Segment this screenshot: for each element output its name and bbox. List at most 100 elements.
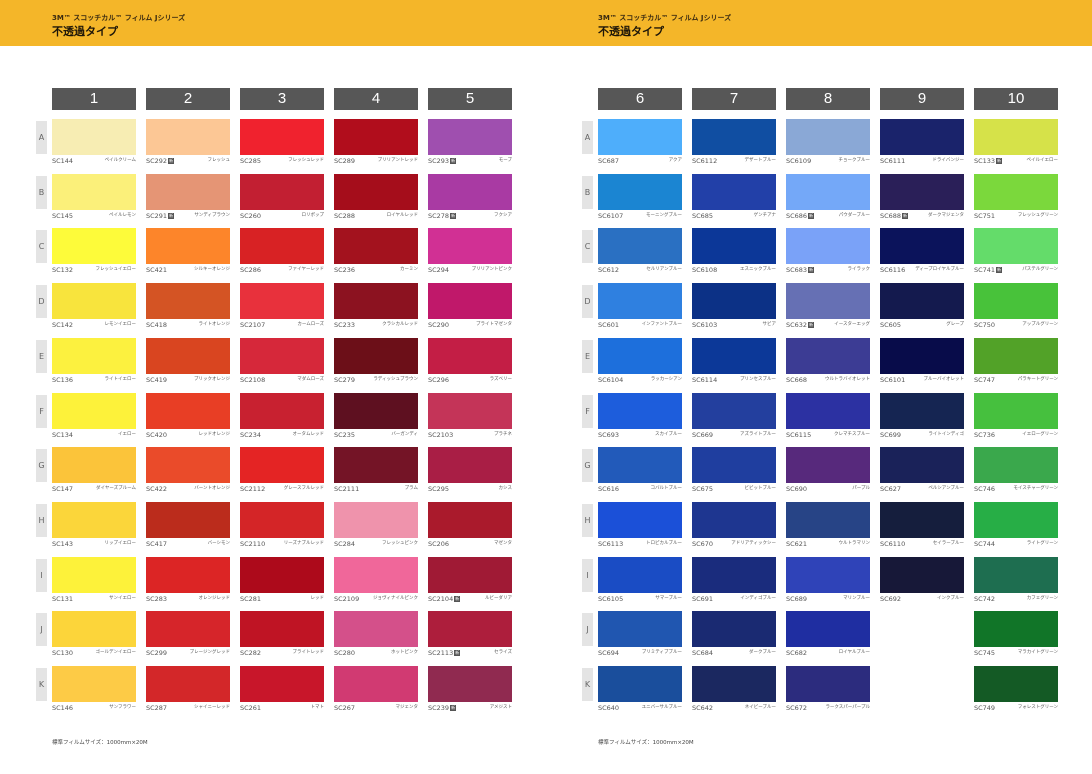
color-swatch[interactable] bbox=[428, 501, 512, 538]
color-swatch[interactable] bbox=[52, 173, 136, 210]
color-swatch[interactable] bbox=[598, 228, 682, 265]
color-swatch[interactable] bbox=[52, 501, 136, 538]
color-swatch[interactable] bbox=[52, 119, 136, 155]
color-swatch[interactable] bbox=[428, 173, 512, 210]
color-swatch[interactable] bbox=[692, 447, 776, 484]
color-swatch[interactable] bbox=[692, 228, 776, 265]
color-swatch[interactable] bbox=[146, 392, 230, 429]
color-swatch[interactable] bbox=[52, 447, 136, 484]
color-swatch[interactable] bbox=[146, 666, 230, 702]
color-swatch[interactable] bbox=[974, 228, 1058, 265]
color-swatch[interactable] bbox=[880, 173, 964, 210]
color-swatch[interactable] bbox=[598, 611, 682, 648]
color-swatch[interactable] bbox=[692, 173, 776, 210]
color-swatch[interactable] bbox=[428, 666, 512, 702]
color-swatch[interactable] bbox=[334, 392, 418, 429]
color-swatch[interactable] bbox=[240, 173, 324, 210]
color-swatch[interactable] bbox=[974, 447, 1058, 484]
color-swatch[interactable] bbox=[146, 501, 230, 538]
color-swatch[interactable] bbox=[334, 173, 418, 210]
color-swatch[interactable] bbox=[52, 556, 136, 593]
color-swatch[interactable] bbox=[240, 556, 324, 593]
color-swatch[interactable] bbox=[146, 447, 230, 484]
color-swatch[interactable] bbox=[146, 283, 230, 320]
color-swatch[interactable] bbox=[786, 173, 870, 210]
color-swatch[interactable] bbox=[146, 556, 230, 593]
color-swatch[interactable] bbox=[240, 392, 324, 429]
color-swatch[interactable] bbox=[428, 119, 512, 155]
color-swatch[interactable] bbox=[428, 228, 512, 265]
color-swatch[interactable] bbox=[52, 337, 136, 374]
color-swatch[interactable] bbox=[598, 337, 682, 374]
color-swatch[interactable] bbox=[52, 283, 136, 320]
color-swatch[interactable] bbox=[880, 392, 964, 429]
color-swatch[interactable] bbox=[786, 666, 870, 702]
color-swatch[interactable] bbox=[974, 501, 1058, 538]
color-swatch[interactable] bbox=[334, 228, 418, 265]
color-swatch[interactable] bbox=[786, 611, 870, 648]
color-swatch[interactable] bbox=[692, 611, 776, 648]
color-swatch[interactable] bbox=[146, 119, 230, 155]
color-swatch[interactable] bbox=[786, 556, 870, 593]
color-swatch[interactable] bbox=[334, 447, 418, 484]
color-swatch[interactable] bbox=[428, 556, 512, 593]
color-swatch[interactable] bbox=[880, 556, 964, 593]
color-swatch[interactable] bbox=[786, 337, 870, 374]
color-swatch[interactable] bbox=[334, 501, 418, 538]
color-swatch[interactable] bbox=[52, 666, 136, 702]
color-swatch[interactable] bbox=[334, 666, 418, 702]
color-swatch[interactable] bbox=[52, 228, 136, 265]
color-swatch[interactable] bbox=[334, 119, 418, 155]
color-swatch[interactable] bbox=[240, 447, 324, 484]
color-swatch[interactable] bbox=[880, 447, 964, 484]
color-swatch[interactable] bbox=[240, 501, 324, 538]
color-swatch[interactable] bbox=[974, 611, 1058, 648]
color-swatch[interactable] bbox=[974, 283, 1058, 320]
color-swatch[interactable] bbox=[692, 556, 776, 593]
color-swatch[interactable] bbox=[428, 337, 512, 374]
color-swatch[interactable] bbox=[240, 666, 324, 702]
color-swatch[interactable] bbox=[692, 392, 776, 429]
color-swatch[interactable] bbox=[52, 392, 136, 429]
color-swatch[interactable] bbox=[786, 119, 870, 155]
color-swatch[interactable] bbox=[786, 392, 870, 429]
color-swatch[interactable] bbox=[880, 119, 964, 155]
color-swatch[interactable] bbox=[334, 556, 418, 593]
color-swatch[interactable] bbox=[974, 337, 1058, 374]
color-swatch[interactable] bbox=[240, 228, 324, 265]
color-swatch[interactable] bbox=[598, 447, 682, 484]
color-swatch[interactable] bbox=[240, 283, 324, 320]
color-swatch[interactable] bbox=[974, 119, 1058, 155]
color-swatch[interactable] bbox=[146, 173, 230, 210]
color-swatch[interactable] bbox=[692, 283, 776, 320]
color-swatch[interactable] bbox=[334, 283, 418, 320]
color-swatch[interactable] bbox=[786, 283, 870, 320]
color-swatch[interactable] bbox=[428, 447, 512, 484]
color-swatch[interactable] bbox=[880, 501, 964, 538]
color-swatch[interactable] bbox=[598, 392, 682, 429]
color-swatch[interactable] bbox=[598, 119, 682, 155]
color-swatch[interactable] bbox=[146, 228, 230, 265]
color-swatch[interactable] bbox=[428, 611, 512, 648]
color-swatch[interactable] bbox=[880, 228, 964, 265]
color-swatch[interactable] bbox=[240, 119, 324, 155]
color-swatch[interactable] bbox=[146, 611, 230, 648]
color-swatch[interactable] bbox=[974, 666, 1058, 702]
color-swatch[interactable] bbox=[240, 337, 324, 374]
color-swatch[interactable] bbox=[52, 611, 136, 648]
color-swatch[interactable] bbox=[692, 337, 776, 374]
color-swatch[interactable] bbox=[598, 283, 682, 320]
color-swatch[interactable] bbox=[428, 283, 512, 320]
color-swatch[interactable] bbox=[692, 666, 776, 702]
color-swatch[interactable] bbox=[880, 337, 964, 374]
color-swatch[interactable] bbox=[692, 119, 776, 155]
color-swatch[interactable] bbox=[334, 611, 418, 648]
color-swatch[interactable] bbox=[334, 337, 418, 374]
color-swatch[interactable] bbox=[786, 228, 870, 265]
color-swatch[interactable] bbox=[598, 173, 682, 210]
color-swatch[interactable] bbox=[880, 283, 964, 320]
color-swatch[interactable] bbox=[598, 556, 682, 593]
color-swatch[interactable] bbox=[598, 501, 682, 538]
color-swatch[interactable] bbox=[974, 392, 1058, 429]
color-swatch[interactable] bbox=[786, 447, 870, 484]
